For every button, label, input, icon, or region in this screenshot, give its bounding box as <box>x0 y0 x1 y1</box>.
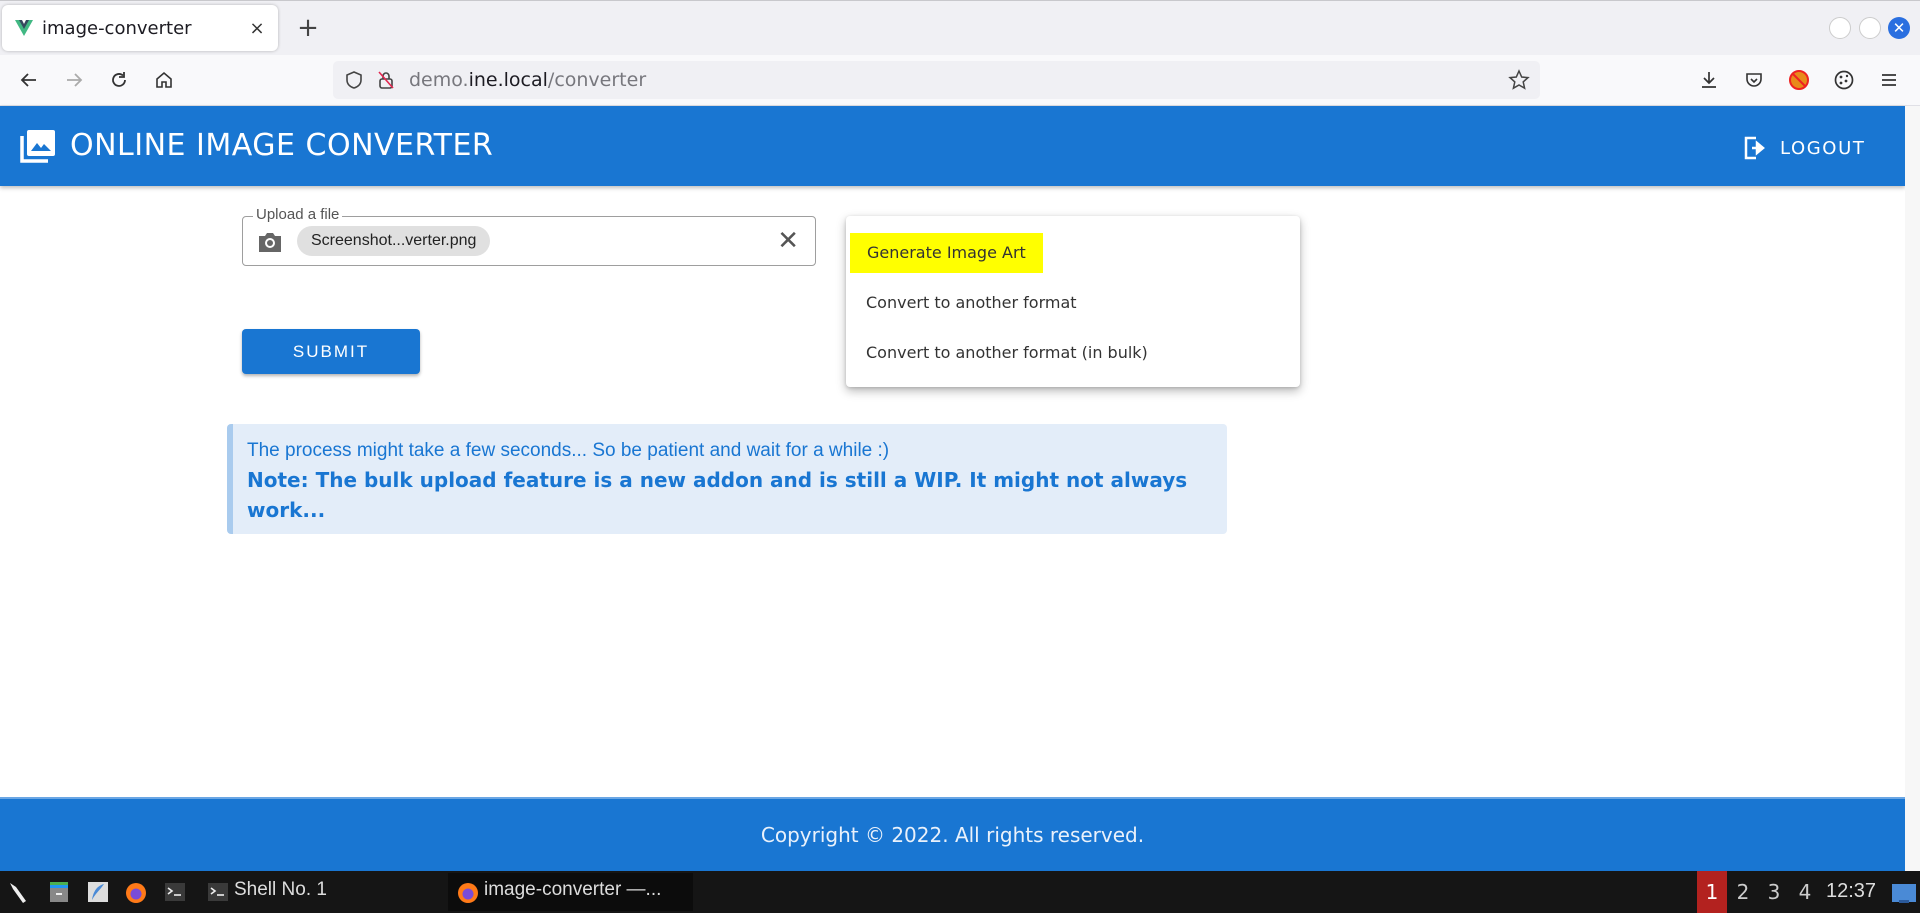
logout-button[interactable]: LOGOUT <box>1742 128 1865 168</box>
firefox-icon[interactable] <box>124 880 148 904</box>
workspace-3[interactable]: 3 <box>1759 871 1789 913</box>
back-button[interactable] <box>12 63 46 97</box>
arrow-left-icon <box>20 73 36 87</box>
file-upload-field[interactable]: Upload a file Screenshot...verter.png ✕ <box>242 206 816 266</box>
forward-button[interactable] <box>57 63 91 97</box>
app-title: ONLINE IMAGE CONVERTER <box>70 128 494 163</box>
logout-icon <box>1744 136 1765 160</box>
blocked-extension-icon <box>1789 70 1809 90</box>
taskbar-browser-window[interactable]: image-converter —... <box>448 873 693 911</box>
camera-icon[interactable] <box>257 230 283 254</box>
taskbar-browser-label: image-converter —... <box>484 879 662 900</box>
clear-file-icon[interactable]: ✕ <box>777 228 799 254</box>
reload-button[interactable] <box>102 63 136 97</box>
text-editor-icon[interactable] <box>86 880 110 904</box>
maximize-button[interactable] <box>1859 17 1881 39</box>
arrow-right-icon <box>67 73 83 87</box>
vue-favicon-icon <box>15 20 33 36</box>
workspace-4[interactable]: 4 <box>1790 871 1820 913</box>
insecure-lock-icon[interactable] <box>375 69 397 91</box>
workspace-2[interactable]: 2 <box>1728 871 1758 913</box>
alert-message: The process might take a few seconds... … <box>247 440 890 461</box>
hamburger-icon <box>1882 74 1896 86</box>
minimize-button[interactable] <box>1829 17 1851 39</box>
bookmark-star-icon[interactable] <box>1508 69 1530 91</box>
home-button[interactable] <box>147 63 181 97</box>
shield-icon[interactable] <box>343 69 365 91</box>
upload-label: Upload a file <box>253 206 343 223</box>
taskbar-shell-window[interactable]: Shell No. 1 <box>234 879 327 901</box>
shell-terminal-icon <box>208 883 228 901</box>
page-footer: Copyright © 2022. All rights reserved. <box>0 797 1905 871</box>
menu-button[interactable] <box>1872 63 1906 97</box>
alert-note: Note: The bulk upload feature is a new a… <box>247 468 1188 522</box>
window-close-button[interactable]: ✕ <box>1888 17 1910 39</box>
url-domain: ine.local <box>468 69 548 91</box>
browser-nav-bar: demo.ine.local/converter <box>0 55 1920 106</box>
system-tools-icon[interactable] <box>7 880 31 904</box>
logout-label: LOGOUT <box>1780 137 1866 159</box>
page-scrollbar[interactable] <box>1905 106 1920 871</box>
browser-tab[interactable]: image-converter × <box>2 5 278 51</box>
home-icon <box>156 71 172 88</box>
extension-button[interactable] <box>1782 63 1816 97</box>
menu-item-convert-format-bulk[interactable]: Convert to another format (in bulk) <box>866 343 1148 362</box>
pocket-icon <box>1746 73 1762 87</box>
browser-tab-bar: image-converter × + ✕ <box>0 0 1920 55</box>
url-text[interactable]: demo.ine.local/converter <box>409 69 646 91</box>
cookie-icon <box>1834 70 1854 90</box>
image-multiple-icon <box>20 130 55 163</box>
menu-item-generate-image-art[interactable]: Generate Image Art <box>850 233 1043 273</box>
file-chip: Screenshot...verter.png <box>297 226 491 256</box>
download-icon <box>1702 72 1716 88</box>
url-bar[interactable]: demo.ine.local/converter <box>333 61 1540 99</box>
firefox-window-icon <box>458 883 478 903</box>
menu-item-convert-format[interactable]: Convert to another format <box>866 293 1077 312</box>
clock: 12:37 <box>1826 880 1877 902</box>
submit-button[interactable]: SUBMIT <box>242 329 420 374</box>
file-manager-icon[interactable] <box>47 880 71 904</box>
new-tab-button[interactable]: + <box>293 13 323 43</box>
copyright-text: Copyright © 2022. All rights reserved. <box>760 823 1145 847</box>
os-taskbar: Shell No. 1 image-converter —... 1 2 3 4… <box>0 871 1920 913</box>
reload-icon <box>112 72 126 87</box>
tab-close-icon[interactable]: × <box>242 18 272 39</box>
show-desktop-icon[interactable] <box>1891 882 1917 906</box>
app-header: ONLINE IMAGE CONVERTER LOGOUT <box>0 106 1905 186</box>
info-alert: The process might take a few seconds... … <box>227 424 1227 534</box>
terminal-icon[interactable] <box>163 880 187 904</box>
pocket-button[interactable] <box>1737 63 1771 97</box>
url-prefix: demo. <box>409 69 469 91</box>
tab-title: image-converter <box>42 17 192 39</box>
conversion-type-menu: Generate Image Art Convert to another fo… <box>846 216 1300 387</box>
cookie-button[interactable] <box>1827 63 1861 97</box>
downloads-button[interactable] <box>1692 63 1726 97</box>
workspace-1[interactable]: 1 <box>1697 871 1727 913</box>
url-path: /converter <box>547 69 647 91</box>
